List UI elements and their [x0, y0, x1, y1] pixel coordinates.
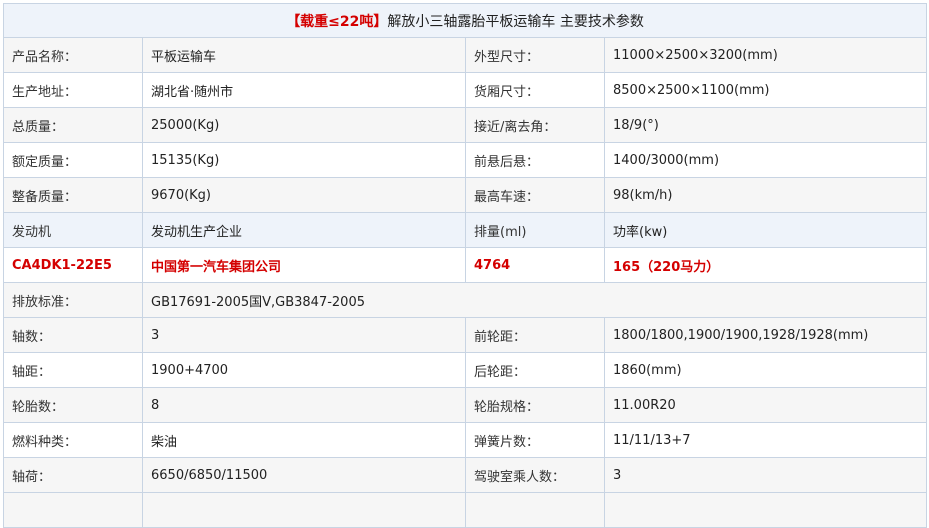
spec-label-cell: 外型尺寸：	[465, 37, 605, 73]
spec-value-cell: 3	[603, 457, 928, 493]
spec-value-cell: 98(km/h)	[603, 177, 928, 213]
spec-value-cell: GB17691-2005国Ⅴ,GB3847-2005	[141, 282, 928, 318]
spec-label-cell: 前悬后悬：	[465, 142, 605, 178]
spec-label-cell: 货厢尺寸：	[465, 72, 605, 108]
spec-value-cell: 1400/3000(mm)	[603, 142, 928, 178]
spec-value-cell: 6650/6850/11500	[142, 457, 466, 493]
spec-value-cell: 柴油	[142, 422, 466, 458]
title-row: 【载重≤22吨】解放小三轴露胎平板运输车 主要技术参数	[2, 3, 928, 38]
table-row: 总质量： 25000(Kg) 接近/离去角： 18/9(°)	[3, 107, 928, 143]
spec-label-cell: 轮胎规格：	[465, 387, 605, 423]
table-row: 轴荷： 6650/6850/11500 驾驶室乘人数： 3	[3, 457, 928, 493]
spec-value-cell: 11/11/13+7	[603, 422, 928, 458]
spec-value-cell: 18/9(°)	[603, 107, 928, 143]
spec-label-cell: 前轮距：	[465, 317, 605, 353]
spec-value-cell: 8	[142, 387, 466, 423]
spec-value-cell: 湖北省·随州市	[142, 72, 466, 108]
spec-label-cell: 轴数：	[3, 317, 143, 353]
spec-label-cell: 4764	[465, 247, 605, 283]
spec-value-cell: 发动机生产企业	[142, 212, 466, 248]
spec-label-cell: 产品名称：	[3, 37, 143, 73]
spec-label-cell: 轮胎数：	[3, 387, 143, 423]
spec-value-cell: 165（220马力）	[603, 247, 928, 283]
table-title: 【载重≤22吨】解放小三轴露胎平板运输车 主要技术参数	[2, 3, 928, 38]
table-row: 额定质量： 15135(Kg) 前悬后悬： 1400/3000(mm)	[3, 142, 928, 178]
table-row: 产品名称： 平板运输车 外型尺寸： 11000×2500×3200(mm)	[3, 37, 928, 73]
spec-value-cell: 1800/1800,1900/1900,1928/1928(mm)	[603, 317, 928, 353]
spec-value-cell: 8500×2500×1100(mm)	[603, 72, 928, 108]
title-highlight: 【载重≤22吨】	[286, 13, 388, 30]
spec-label-cell: 接近/离去角：	[465, 107, 605, 143]
spec-label-cell: 弹簧片数：	[465, 422, 605, 458]
table-row: 燃料种类： 柴油 弹簧片数： 11/11/13+7	[3, 422, 928, 458]
spec-empty-cell	[142, 492, 466, 528]
table-row: 轴距： 1900+4700 后轮距： 1860(mm)	[3, 352, 928, 388]
spec-table-body: 【载重≤22吨】解放小三轴露胎平板运输车 主要技术参数 产品名称： 平板运输车 外型…	[2, 3, 928, 528]
spec-value-cell: 平板运输车	[142, 37, 466, 73]
spec-value-cell: 11.00R20	[603, 387, 928, 423]
spec-label-cell: 后轮距：	[465, 352, 605, 388]
spec-label-cell: 整备质量：	[3, 177, 143, 213]
title-text: 解放小三轴露胎平板运输车 主要技术参数	[387, 13, 644, 30]
spec-label-cell: 排放标准：	[3, 282, 143, 318]
spec-label-cell: 轴荷：	[3, 457, 143, 493]
spec-empty-cell	[465, 492, 605, 528]
spec-value-cell: 9670(Kg)	[142, 177, 466, 213]
spec-label-cell: 总质量：	[3, 107, 143, 143]
spec-empty-cell	[3, 492, 143, 528]
spec-label-cell: 轴距：	[3, 352, 143, 388]
spec-value-cell: 3	[142, 317, 466, 353]
spec-value-cell: 1900+4700	[142, 352, 466, 388]
spec-value-cell: 11000×2500×3200(mm)	[603, 37, 928, 73]
table-row: 轴数： 3 前轮距： 1800/1800,1900/1900,1928/1928(mm…	[3, 317, 928, 353]
spec-value-cell: 15135(Kg)	[142, 142, 466, 178]
spec-value-cell: 中国第一汽车集团公司	[142, 247, 466, 283]
table-row: 生产地址： 湖北省·随州市 货厢尺寸： 8500×2500×1100(mm)	[3, 72, 928, 108]
spec-label-cell: 驾驶室乘人数：	[465, 457, 605, 493]
spec-label-cell: CA4DK1-22E5	[3, 247, 143, 283]
spec-label-cell: 额定质量：	[3, 142, 143, 178]
table-row: CA4DK1-22E5 中国第一汽车集团公司 4764 165（220马力）	[3, 247, 928, 283]
table-row: 整备质量： 9670(Kg) 最高车速： 98(km/h)	[3, 177, 928, 213]
spec-value-cell: 1860(mm)	[603, 352, 928, 388]
table-row: 轮胎数： 8 轮胎规格： 11.00R20	[3, 387, 928, 423]
spec-empty-cell	[603, 492, 928, 528]
spec-label-cell: 排量(ml)	[465, 212, 605, 248]
spec-value-cell: 功率(kw)	[603, 212, 928, 248]
spec-value-cell: 25000(Kg)	[142, 107, 466, 143]
spec-table: 【载重≤22吨】解放小三轴露胎平板运输车 主要技术参数 产品名称： 平板运输车 外型…	[2, 3, 928, 528]
spec-label-cell: 生产地址：	[3, 72, 143, 108]
spec-label-cell: 发动机	[3, 212, 143, 248]
spec-label-cell: 燃料种类：	[3, 422, 143, 458]
spec-label-cell: 最高车速：	[465, 177, 605, 213]
table-row	[3, 492, 928, 528]
table-row: 排放标准： GB17691-2005国Ⅴ,GB3847-2005	[3, 282, 928, 318]
table-row: 发动机 发动机生产企业 排量(ml) 功率(kw)	[3, 212, 928, 248]
